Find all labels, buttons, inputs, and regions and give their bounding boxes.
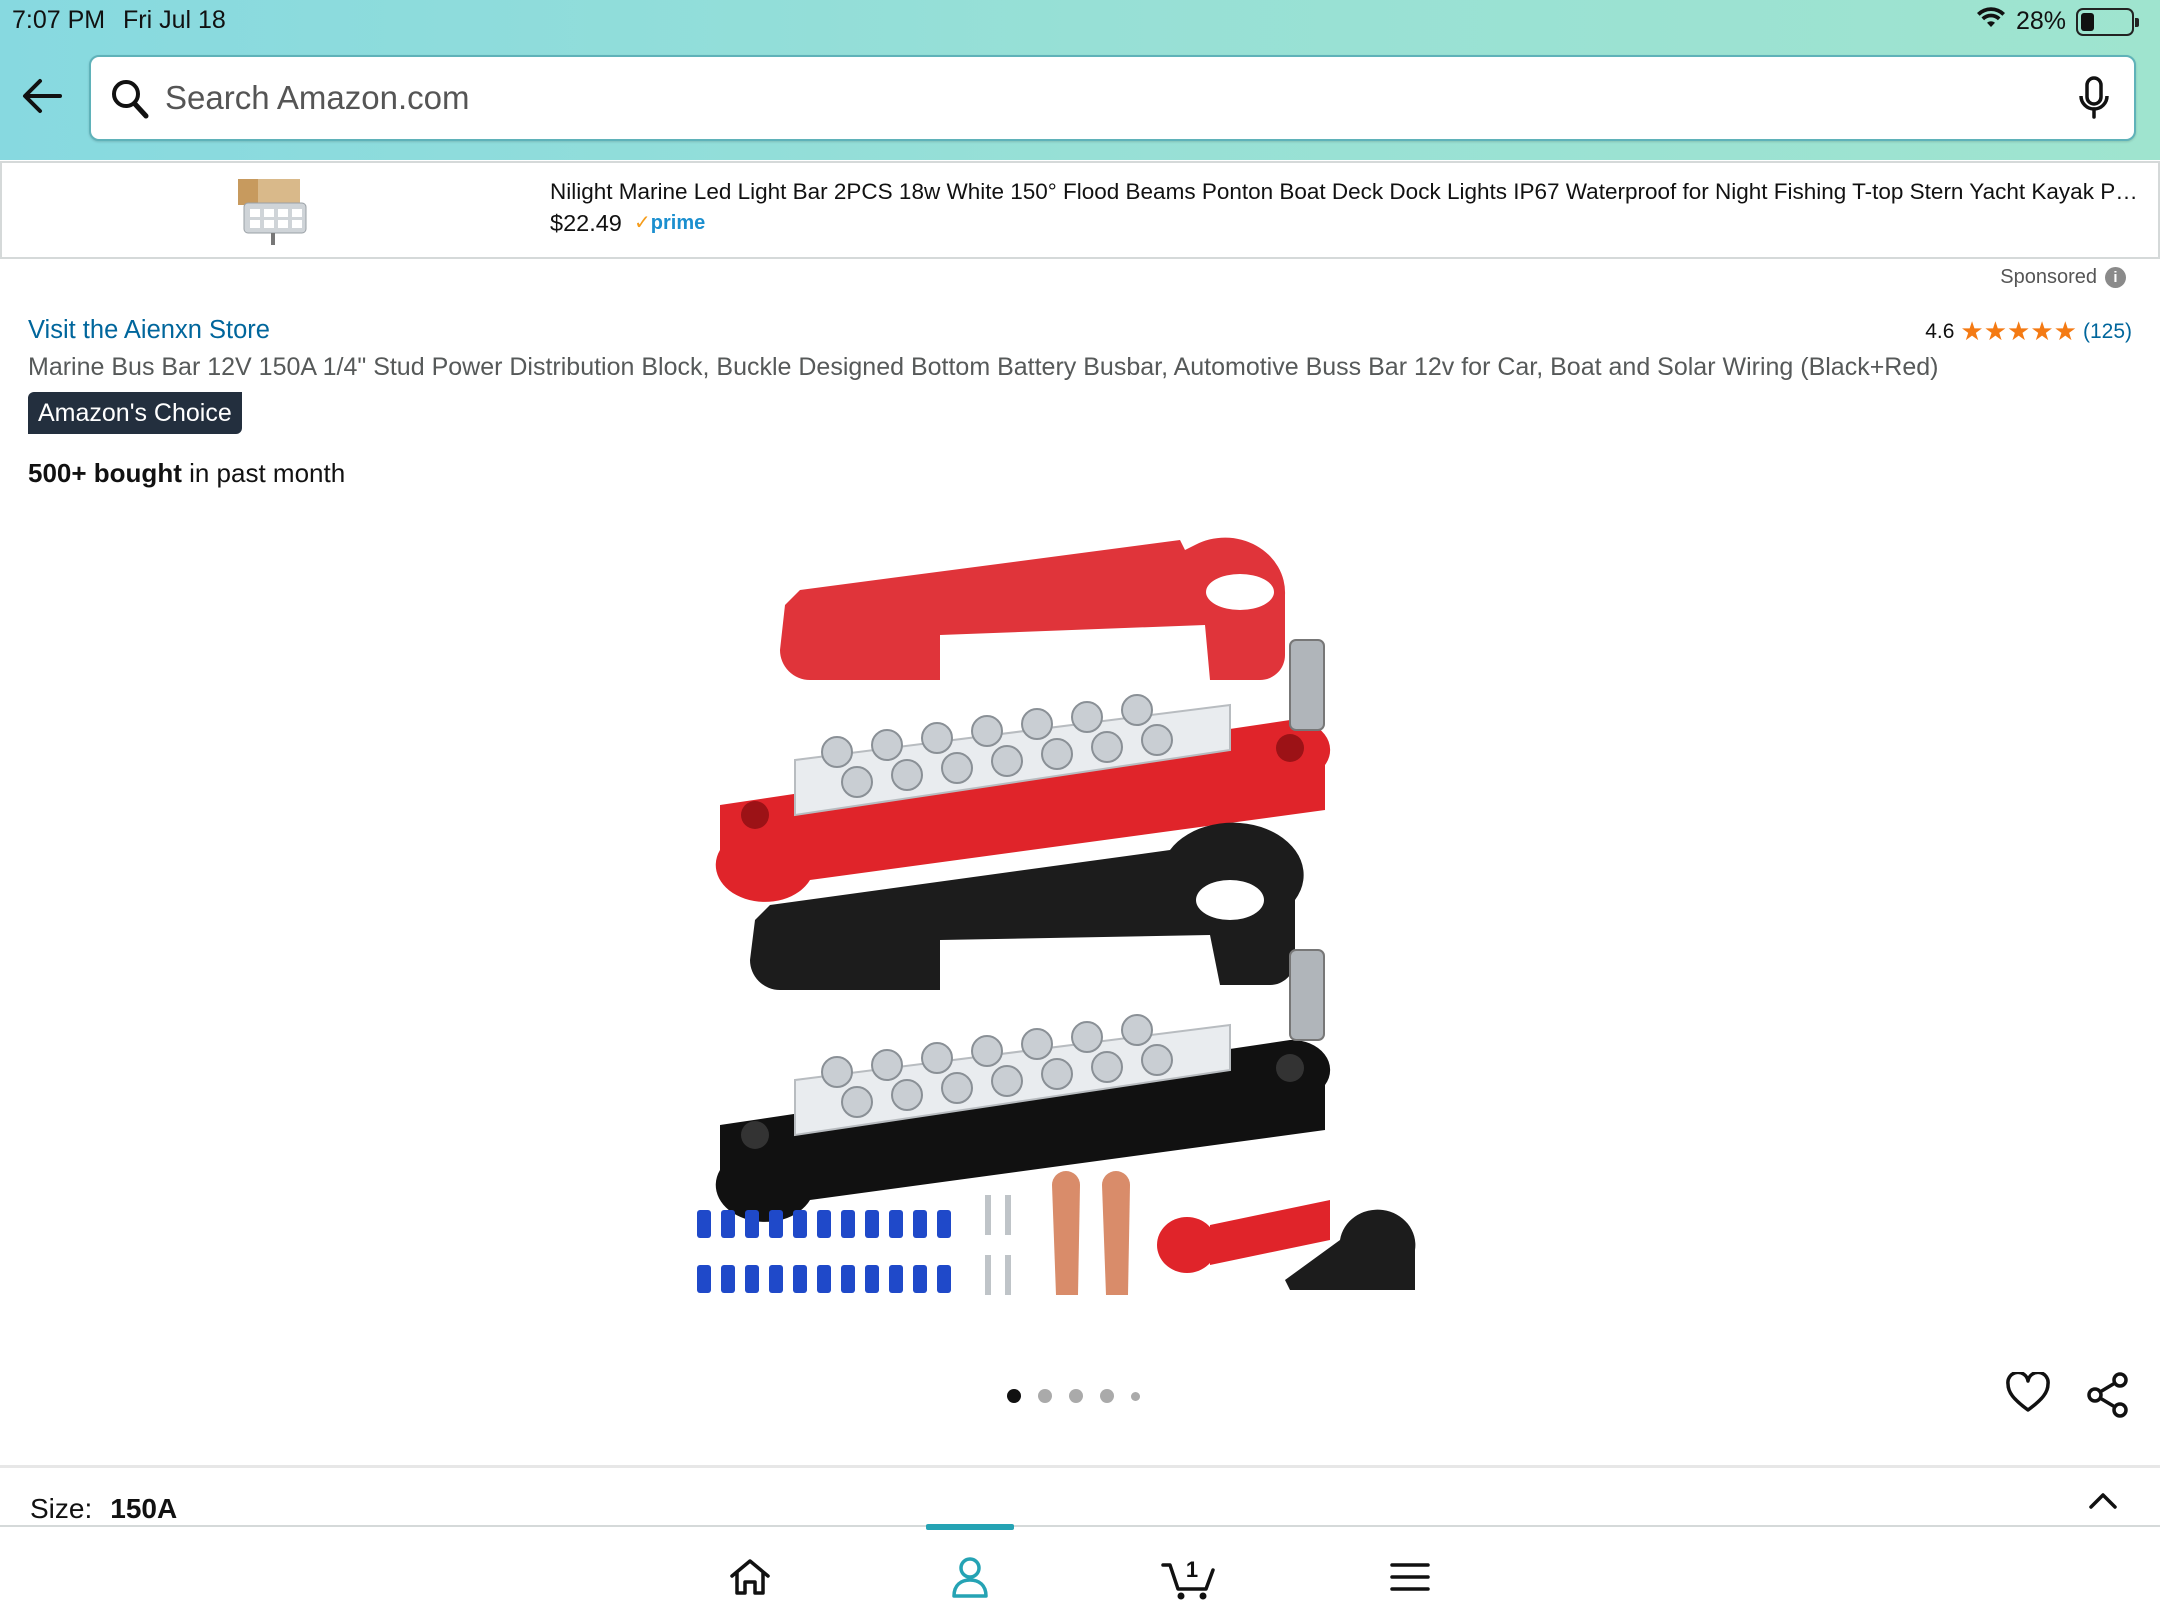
home-icon[interactable]: [720, 1547, 780, 1607]
battery-icon: [2076, 7, 2139, 36]
wifi-icon: [1976, 6, 2006, 37]
size-label: Size:: [30, 1493, 93, 1524]
carousel-dot[interactable]: [1100, 1389, 1114, 1403]
image-carousel-dots[interactable]: [1007, 1389, 1140, 1403]
search-icon: [111, 79, 149, 124]
battery-percent: 28%: [2015, 7, 2066, 35]
app-header: 7:07 PM Fri Jul 18 28%: [0, 0, 2160, 160]
back-button[interactable]: [20, 76, 70, 122]
carousel-dot[interactable]: [1007, 1389, 1021, 1403]
rating-value: 4.6: [1925, 319, 1955, 343]
info-icon[interactable]: i: [2105, 267, 2126, 288]
sponsored-product-thumbnail[interactable]: [234, 173, 312, 251]
sponsored-label[interactable]: Sponsored i: [2000, 266, 2126, 289]
carousel-dot[interactable]: [1131, 1391, 1140, 1401]
bottom-navigation: 1: [0, 1524, 2160, 1620]
prime-badge: ✓prime: [634, 212, 706, 234]
account-icon[interactable]: [940, 1547, 1000, 1607]
star-rating-icon: ★★★★★: [1960, 316, 2077, 346]
store-link[interactable]: Visit the Aienxn Store: [28, 316, 270, 345]
product-image[interactable]: [690, 520, 1470, 1310]
status-date: Fri Jul 18: [123, 6, 226, 34]
rating-count[interactable]: (125): [2083, 320, 2132, 344]
size-value: 150A: [110, 1493, 178, 1524]
sponsored-product-title[interactable]: Nilight Marine Led Light Bar 2PCS 18w Wh…: [550, 179, 2150, 205]
rating-summary[interactable]: 4.6 ★★★★★ (125): [1925, 316, 2132, 347]
active-tab-indicator: [926, 1524, 1014, 1530]
chevron-up-icon[interactable]: [2088, 1490, 2118, 1515]
section-divider: [0, 1465, 2160, 1468]
amazons-choice-badge: Amazon's Choice: [28, 392, 242, 434]
bought-past-month: 500+ bought in past month: [28, 458, 346, 488]
search-input[interactable]: [165, 69, 2045, 127]
sponsored-product-price: $22.49: [550, 210, 622, 236]
carousel-dot[interactable]: [1038, 1389, 1052, 1403]
sponsored-product-banner[interactable]: Nilight Marine Led Light Bar 2PCS 18w Wh…: [0, 161, 2160, 259]
share-icon[interactable]: [2086, 1372, 2130, 1423]
size-selector-header[interactable]: Size: 150A: [30, 1493, 177, 1525]
microphone-icon[interactable]: [2078, 76, 2110, 125]
product-title: Marine Bus Bar 12V 150A 1/4" Stud Power …: [28, 353, 1939, 381]
cart-count: 1: [1186, 1557, 1198, 1582]
carousel-dot[interactable]: [1069, 1389, 1083, 1403]
status-bar: 7:07 PM Fri Jul 18 28%: [0, 0, 2160, 42]
cart-icon[interactable]: 1: [1160, 1547, 1220, 1607]
wishlist-heart-icon[interactable]: [2005, 1370, 2051, 1419]
status-time: 7:07 PM: [12, 6, 106, 34]
search-bar[interactable]: [89, 55, 2136, 141]
menu-icon[interactable]: [1380, 1547, 1440, 1607]
